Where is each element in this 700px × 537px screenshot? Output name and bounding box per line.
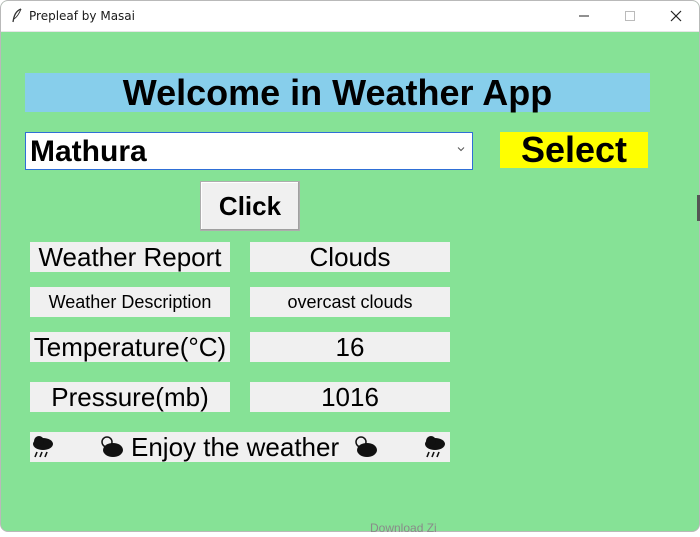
app-content: Welcome in Weather App Mathura Select Cl… [1, 32, 699, 531]
click-button[interactable]: Click [200, 181, 300, 231]
weather-report-value: Clouds [250, 242, 450, 272]
weather-report-label: Weather Report [30, 242, 230, 272]
window-title: Prepleaf by Masai [29, 9, 135, 23]
close-button[interactable] [653, 1, 699, 31]
pressure-value: 1016 [250, 382, 450, 412]
close-icon [670, 10, 682, 22]
page-title: Welcome in Weather App [25, 72, 650, 113]
cloud-rain-icon [425, 436, 445, 458]
maximize-button[interactable] [607, 1, 653, 31]
temperature-value: 16 [250, 332, 450, 362]
sun-cloud-icon [355, 436, 377, 457]
city-combobox-value: Mathura [30, 135, 147, 168]
title-bar: Prepleaf by Masai [1, 1, 699, 32]
minimize-button[interactable] [561, 1, 607, 31]
weather-description-value: overcast clouds [250, 287, 450, 317]
app-window: Prepleaf by Masai Welcome in Weather App… [0, 0, 700, 532]
sun-cloud-icon [101, 436, 123, 457]
weather-description-label: Weather Description [30, 287, 230, 317]
pressure-label: Pressure(mb) [30, 382, 230, 412]
enjoy-weather-banner: Enjoy the weather [30, 432, 450, 462]
select-label: Select [500, 129, 648, 170]
maximize-icon [625, 11, 635, 21]
cloud-rain-icon [33, 436, 53, 458]
chevron-down-icon[interactable] [456, 144, 466, 154]
minimize-icon [579, 15, 589, 17]
enjoy-weather-text: Enjoy the weather [131, 432, 340, 462]
city-combobox[interactable]: Mathura [25, 132, 473, 170]
feather-icon [12, 8, 22, 23]
background-download-text: Download Zi [370, 521, 437, 535]
temperature-label: Temperature(°C) [30, 332, 230, 362]
